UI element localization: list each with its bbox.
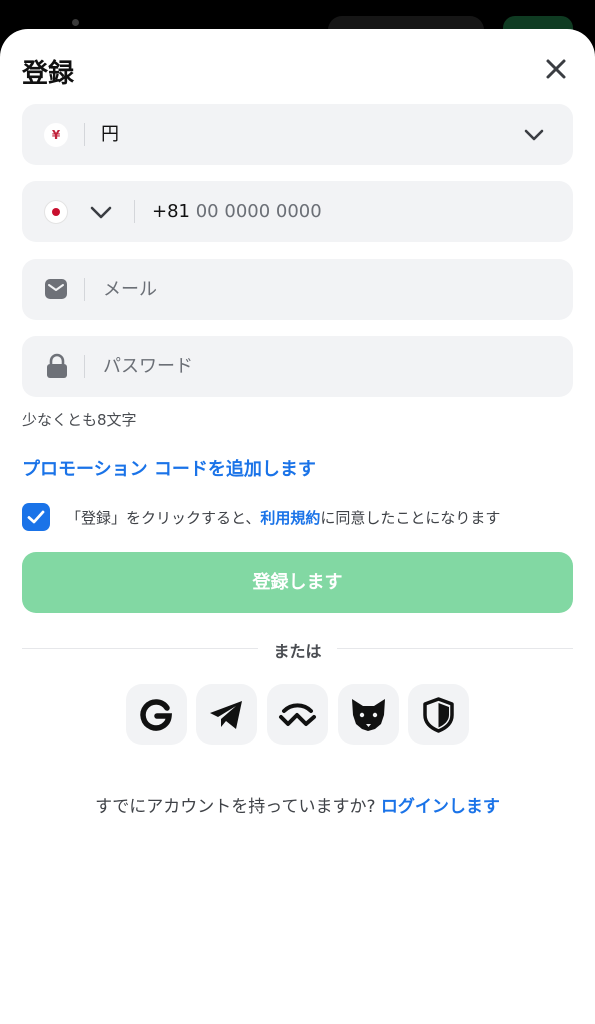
divider-line-right bbox=[337, 648, 573, 649]
field-divider bbox=[84, 355, 85, 378]
phone-prefix: +81 bbox=[152, 201, 190, 222]
chevron-down-icon bbox=[524, 129, 544, 141]
register-button[interactable]: 登録します bbox=[22, 552, 573, 613]
shield-icon bbox=[423, 697, 454, 733]
country-code-select[interactable] bbox=[86, 197, 116, 227]
login-question: すでにアカウントを持っていますか? bbox=[95, 797, 376, 817]
mail-icon bbox=[45, 279, 67, 299]
terms-of-use-link[interactable]: 利用規約 bbox=[260, 509, 320, 527]
walletconnect-icon bbox=[279, 703, 316, 726]
currency-select[interactable]: ¥ 円 bbox=[22, 104, 573, 165]
terms-text: 「登録」をクリックすると、利用規約に同意したことになります bbox=[66, 507, 500, 528]
google-login-button[interactable] bbox=[126, 684, 187, 745]
phone-field: +81 00 0000 0000 bbox=[22, 181, 573, 242]
field-divider bbox=[84, 123, 85, 146]
phone-placeholder: 00 0000 0000 bbox=[195, 201, 322, 222]
metamask-login-button[interactable] bbox=[338, 684, 399, 745]
or-label: または bbox=[273, 642, 322, 661]
email-placeholder: メール bbox=[103, 279, 157, 300]
field-divider bbox=[134, 200, 135, 223]
lock-icon bbox=[47, 353, 67, 378]
password-hint: 少なくとも8文字 bbox=[22, 411, 137, 429]
registration-sheet: 登録 ¥ 円 +81 00 0000 0000 メール パスワード 少なくとも8… bbox=[0, 29, 595, 1024]
terms-prefix: 「登録」をクリックすると、 bbox=[66, 509, 261, 527]
password-field[interactable]: パスワード bbox=[22, 336, 573, 397]
camera-dot bbox=[72, 19, 79, 26]
yen-icon: ¥ bbox=[44, 123, 68, 147]
telegram-login-button[interactable] bbox=[196, 684, 257, 745]
field-divider bbox=[84, 278, 85, 301]
close-button[interactable] bbox=[541, 54, 571, 84]
chevron-down-icon bbox=[90, 206, 112, 219]
login-link[interactable]: ログインします bbox=[381, 797, 500, 817]
login-prompt: すでにアカウントを持っていますか? ログインします bbox=[0, 792, 595, 817]
terms-checkbox[interactable] bbox=[22, 503, 50, 531]
terms-suffix: に同意したことになります bbox=[320, 509, 501, 527]
email-field[interactable]: メール bbox=[22, 259, 573, 320]
password-placeholder: パスワード bbox=[103, 356, 193, 377]
japan-flag-icon bbox=[44, 200, 68, 224]
security-login-button[interactable] bbox=[408, 684, 469, 745]
walletconnect-login-button[interactable] bbox=[267, 684, 328, 745]
checkmark-icon bbox=[27, 510, 45, 524]
dialog-title: 登録 bbox=[22, 59, 75, 89]
add-promo-code-link[interactable]: プロモーション コードを追加します bbox=[22, 455, 316, 481]
phone-input[interactable]: +81 00 0000 0000 bbox=[152, 181, 322, 242]
currency-value: 円 bbox=[101, 124, 119, 145]
close-icon bbox=[546, 59, 566, 79]
telegram-icon bbox=[210, 701, 242, 729]
metamask-fox-icon bbox=[352, 699, 385, 731]
google-icon bbox=[140, 699, 172, 731]
